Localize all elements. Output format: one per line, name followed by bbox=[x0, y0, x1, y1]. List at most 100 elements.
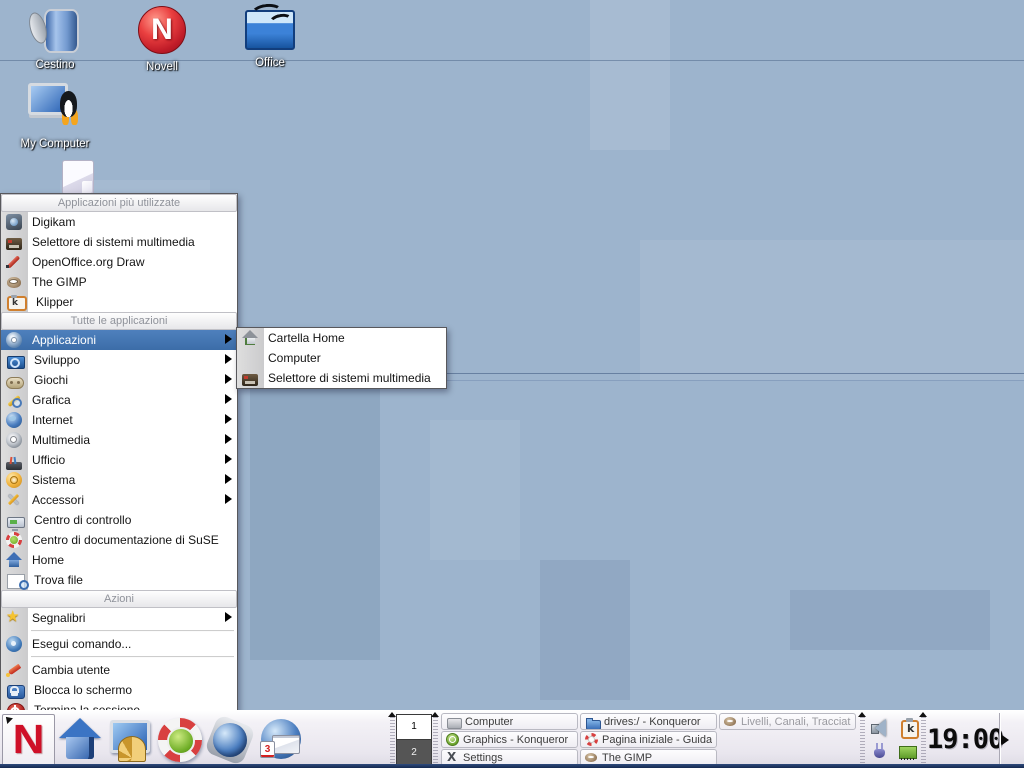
menu-item-accessori[interactable]: Accessori bbox=[1, 490, 237, 510]
home-icon bbox=[6, 552, 22, 568]
oodraw-icon bbox=[6, 254, 22, 270]
desktop-icon-novell[interactable]: Novell bbox=[120, 6, 204, 73]
menu-item-label: Selettore di sistemi multimedia bbox=[268, 371, 431, 385]
menu-item-computer[interactable]: Computer bbox=[237, 348, 446, 368]
submenu-arrow-icon bbox=[225, 454, 232, 464]
plug-icon[interactable] bbox=[870, 742, 890, 762]
pager-desktop-1[interactable]: 1 bbox=[397, 715, 431, 740]
menu-item-ufficio[interactable]: Ufficio bbox=[1, 450, 237, 470]
menu-item-segnalibri[interactable]: Segnalibri bbox=[1, 608, 237, 628]
lifebuoy-icon bbox=[585, 733, 598, 746]
menu-item-label: Multimedia bbox=[32, 433, 90, 447]
pager-desktop-2[interactable]: 2 bbox=[397, 739, 431, 765]
task-button-drives-konqueror[interactable]: drives:/ - Konqueror bbox=[580, 713, 717, 730]
menu-item-digikam[interactable]: Digikam bbox=[1, 212, 237, 232]
trash-icon bbox=[31, 6, 79, 52]
desktop-icon-office[interactable]: Office bbox=[228, 6, 312, 69]
menu-item-label: Giochi bbox=[34, 373, 68, 387]
menu-item-centro-di-documentazione-di-suse[interactable]: Centro di documentazione di SuSE bbox=[1, 530, 237, 550]
volume-icon[interactable] bbox=[870, 718, 890, 738]
multimedia-icon bbox=[6, 432, 22, 448]
applet-handle[interactable] bbox=[921, 717, 926, 763]
menu-item-applicazioni[interactable]: Applicazioni bbox=[1, 330, 237, 350]
menu-item-giochi[interactable]: Giochi bbox=[1, 370, 237, 390]
task-button-the-gimp[interactable]: The GIMP bbox=[580, 749, 717, 766]
find-files-icon bbox=[7, 574, 25, 589]
menu-item-cartella-home[interactable]: Cartella Home bbox=[237, 328, 446, 348]
lifebuoy-icon bbox=[6, 532, 22, 548]
launcher-suse-help-center[interactable] bbox=[155, 714, 205, 766]
wallpaper-patch bbox=[790, 590, 990, 650]
menu-item-label: Digikam bbox=[32, 215, 75, 229]
kmenu-submenu-popup: Cartella Home Computer Selettore di sistem… bbox=[236, 327, 447, 389]
internet-icon bbox=[6, 412, 22, 428]
menu-item-sistema[interactable]: Sistema bbox=[1, 470, 237, 490]
menu-item-home[interactable]: Home bbox=[1, 550, 237, 570]
menu-item-klipper[interactable]: Klipper bbox=[1, 292, 237, 312]
menu-item-label: Centro di documentazione di SuSE bbox=[32, 533, 219, 547]
task-label: Computer bbox=[465, 716, 513, 728]
panel-hide-button[interactable] bbox=[1000, 713, 1010, 767]
gecko-icon bbox=[446, 733, 459, 746]
office-icon bbox=[245, 10, 295, 50]
klipper-icon[interactable] bbox=[901, 720, 919, 739]
desktop-icon-label: Cestino bbox=[13, 59, 97, 71]
menu-item-label: Computer bbox=[268, 351, 321, 365]
clock[interactable]: 19:00 bbox=[927, 724, 999, 755]
menu-item-selettore-di-sistemi-multimedia[interactable]: Selettore di sistemi multimedia bbox=[237, 368, 446, 388]
applet-handle[interactable] bbox=[433, 717, 438, 763]
menu-item-esegui-comando[interactable]: Esegui comando... bbox=[1, 634, 237, 654]
graphics-icon bbox=[6, 392, 22, 408]
games-icon bbox=[6, 377, 24, 389]
menu-item-internet[interactable]: Internet bbox=[1, 410, 237, 430]
menu-item-selettore-di-sistemi-multimedia[interactable]: Selettore di sistemi multimedia bbox=[1, 232, 237, 252]
task-label: Pagina iniziale - Guida d... bbox=[602, 734, 712, 746]
menu-item-cambia-utente[interactable]: Cambia utente bbox=[1, 660, 237, 680]
launcher-home[interactable] bbox=[55, 714, 105, 766]
menu-item-multimedia[interactable]: Multimedia bbox=[1, 430, 237, 450]
kmenu-button[interactable]: N bbox=[2, 714, 55, 766]
menu-item-label: Trova file bbox=[34, 573, 83, 587]
desktop-icon-cestino[interactable]: Cestino bbox=[13, 6, 97, 71]
run-command-icon bbox=[6, 636, 22, 652]
system-icon bbox=[6, 472, 22, 488]
menu-section-header: Azioni bbox=[1, 590, 237, 608]
globe-gear-icon bbox=[208, 718, 252, 762]
launcher-kontact[interactable]: 3 bbox=[255, 714, 305, 766]
menu-item-centro-di-controllo[interactable]: Centro di controllo bbox=[1, 510, 237, 530]
package-icon bbox=[62, 160, 94, 195]
menu-item-openoffice-org-draw[interactable]: OpenOffice.org Draw bbox=[1, 252, 237, 272]
submenu-arrow-icon bbox=[225, 612, 232, 622]
gimp-icon bbox=[585, 751, 598, 764]
task-button-settings[interactable]: Settings bbox=[441, 749, 578, 766]
netcard-icon[interactable] bbox=[898, 742, 918, 762]
launcher-my-computer[interactable] bbox=[105, 714, 155, 766]
menu-item-label: Sviluppo bbox=[34, 353, 80, 367]
office-cat-icon bbox=[6, 462, 22, 470]
klipper-icon bbox=[7, 296, 27, 311]
digikam-icon bbox=[6, 214, 22, 230]
launcher-konqueror[interactable] bbox=[205, 714, 255, 766]
lifebuoy-big-icon bbox=[158, 718, 202, 762]
menu-item-sviluppo[interactable]: Sviluppo bbox=[1, 350, 237, 370]
task-button-livelli-canali-tracciati[interactable]: Livelli, Canali, Tracciati... bbox=[719, 713, 856, 730]
menu-item-label: OpenOffice.org Draw bbox=[32, 255, 145, 269]
menu-separator bbox=[31, 630, 234, 632]
novell-n-icon: N bbox=[13, 719, 45, 759]
submenu-arrow-icon bbox=[225, 434, 232, 444]
applet-handle[interactable] bbox=[860, 717, 865, 763]
desktop-icon-my-computer[interactable]: My Computer bbox=[13, 83, 97, 150]
task-button-pagina-iniziale-guida-d[interactable]: Pagina iniziale - Guida d... bbox=[580, 731, 717, 748]
bookmarks-icon bbox=[6, 610, 22, 626]
task-button-graphics-konqueror[interactable]: Graphics - Konqueror bbox=[441, 731, 578, 748]
applet-handle[interactable] bbox=[390, 717, 395, 763]
menu-item-trova-file[interactable]: Trova file bbox=[1, 570, 237, 590]
submenu-arrow-icon bbox=[225, 354, 232, 364]
menu-item-grafica[interactable]: Grafica bbox=[1, 390, 237, 410]
kicker-panel: N 3 12 Computer Graphics - KonquerorSetti… bbox=[0, 710, 1024, 768]
task-button-computer[interactable]: Computer bbox=[441, 713, 578, 730]
menu-item-the-gimp[interactable]: The GIMP bbox=[1, 272, 237, 292]
wallpaper-patch bbox=[540, 560, 630, 700]
menu-section-header: Applicazioni più utilizzate bbox=[1, 194, 237, 212]
menu-item-blocca-lo-schermo[interactable]: Blocca lo schermo bbox=[1, 680, 237, 700]
